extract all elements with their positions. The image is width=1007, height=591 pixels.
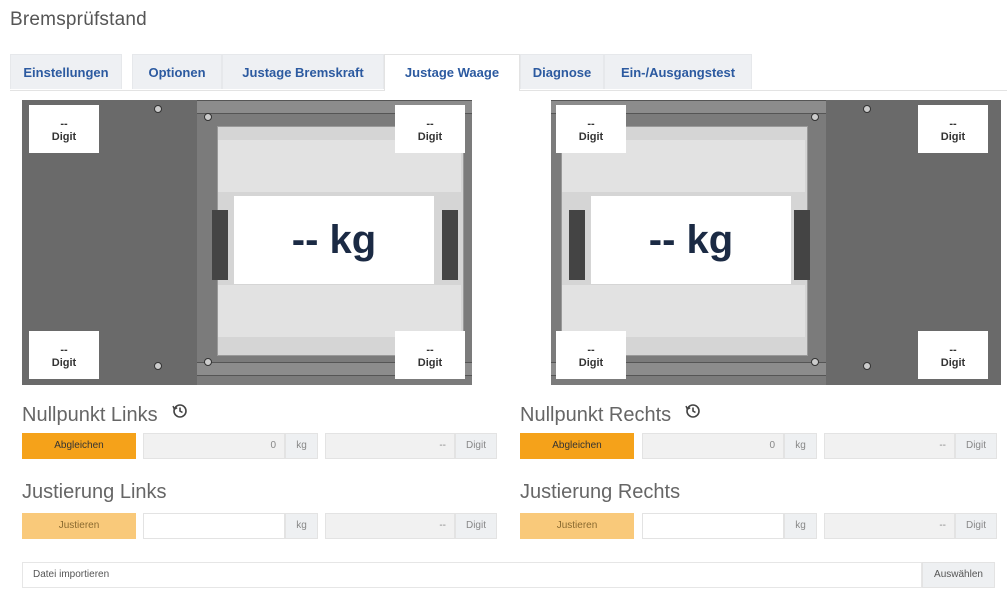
tab-justage-waage[interactable]: Justage Waage bbox=[384, 54, 520, 91]
tab-optionen[interactable]: Optionen bbox=[132, 54, 222, 89]
kg-unit-label: kg bbox=[784, 433, 817, 459]
digit-unit-label: Digit bbox=[955, 433, 997, 459]
left-digit-bottom-right: -- Digit bbox=[395, 331, 465, 379]
nullpunkt-rechts-kg-input[interactable]: 0 bbox=[642, 433, 784, 459]
justierung-links-digit-input[interactable]: -- bbox=[325, 513, 455, 539]
datei-importieren-input[interactable]: Datei importieren bbox=[22, 562, 922, 588]
page-title: Bremsprüfstand bbox=[10, 9, 147, 30]
nullpunkt-links-kg-input[interactable]: 0 bbox=[143, 433, 285, 459]
justierung-rechts-kg-input[interactable] bbox=[642, 513, 784, 539]
tab-diagnose[interactable]: Diagnose bbox=[520, 54, 604, 89]
right-digit-top-left: -- Digit bbox=[556, 105, 626, 153]
nullpunkt-rechts-digit-input[interactable]: -- bbox=[824, 433, 955, 459]
digit-unit-label: Digit bbox=[455, 513, 497, 539]
left-digit-top-right: -- Digit bbox=[395, 105, 465, 153]
abgleichen-right-button[interactable]: Abgleichen bbox=[520, 433, 634, 459]
right-weight-display: -- kg bbox=[591, 196, 791, 284]
justierung-links-kg-input[interactable] bbox=[143, 513, 285, 539]
digit-unit-label: Digit bbox=[455, 433, 497, 459]
justierung-links-title: Justierung Links bbox=[22, 481, 167, 503]
kg-unit-label: kg bbox=[285, 513, 318, 539]
abgleichen-left-button[interactable]: Abgleichen bbox=[22, 433, 136, 459]
kg-unit-label: kg bbox=[784, 513, 817, 539]
right-digit-top-right: -- Digit bbox=[918, 105, 988, 153]
right-digit-bottom-left: -- Digit bbox=[556, 331, 626, 379]
justieren-left-button[interactable]: Justieren bbox=[22, 513, 136, 539]
auswaehlen-button[interactable]: Auswählen bbox=[922, 562, 995, 588]
kg-unit-label: kg bbox=[285, 433, 318, 459]
left-digit-bottom-left: -- Digit bbox=[29, 331, 99, 379]
digit-unit-label: Digit bbox=[955, 513, 997, 539]
tab-justage-bremskraft[interactable]: Justage Bremskraft bbox=[222, 54, 384, 89]
justieren-right-button[interactable]: Justieren bbox=[520, 513, 634, 539]
tab-einstellungen[interactable]: Einstellungen bbox=[10, 54, 122, 89]
left-weight-display: -- kg bbox=[234, 196, 434, 284]
nullpunkt-links-title: Nullpunkt Links bbox=[22, 402, 188, 427]
tab-ein-ausgangstest[interactable]: Ein-/Ausgangstest bbox=[604, 54, 752, 89]
justierung-rechts-digit-input[interactable]: -- bbox=[824, 513, 955, 539]
left-scale-image: -- kg -- Digit -- Digit -- Digit -- Digit bbox=[22, 100, 472, 385]
right-scale-image: -- kg -- Digit -- Digit -- Digit -- Digit bbox=[551, 100, 1001, 385]
nullpunkt-links-digit-input[interactable]: -- bbox=[325, 433, 455, 459]
tab-bar: Einstellungen Optionen Justage Bremskraf… bbox=[10, 54, 1007, 91]
left-digit-top-left: -- Digit bbox=[29, 105, 99, 153]
nullpunkt-rechts-title: Nullpunkt Rechts bbox=[520, 402, 701, 427]
right-digit-bottom-right: -- Digit bbox=[918, 331, 988, 379]
justierung-rechts-title: Justierung Rechts bbox=[520, 481, 681, 503]
history-icon[interactable] bbox=[685, 402, 701, 425]
history-icon[interactable] bbox=[171, 402, 188, 425]
